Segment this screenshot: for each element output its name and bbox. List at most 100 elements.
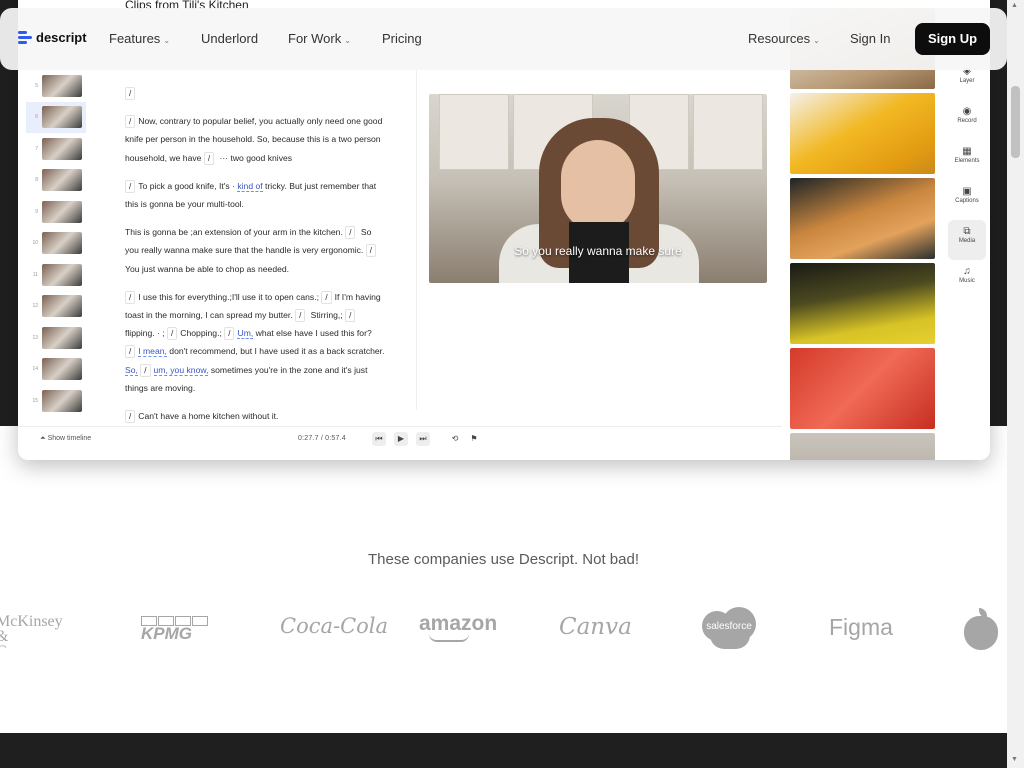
filler-word[interactable]: Um, [237,328,254,340]
filler-word[interactable]: So, [125,364,138,376]
chevron-down-icon: ⌄ [813,36,820,45]
nav-features[interactable]: Features ⌄ [109,31,170,46]
scrollbar-thumb[interactable] [1011,86,1020,158]
scroll-up-icon[interactable]: ▲ [1011,2,1018,9]
tool-label: Media [958,238,976,244]
skip-forward-icon[interactable]: ⏭ [416,432,430,446]
thumbnail-row[interactable]: 15 [26,385,86,417]
kpmg-logo: KPMG [141,616,209,642]
cabinet [693,94,763,170]
media-thumbnail[interactable] [790,263,935,344]
scroll-down-icon[interactable]: ▼ [1011,756,1018,763]
tool-label: Elements [954,158,980,164]
thumbnail-list: 5 6 7 8 9 10 11 12 13 14 15 [26,70,86,417]
gap-marker[interactable]: / [125,179,136,193]
thumbnail-image [42,137,82,160]
gap-marker[interactable]: / [125,87,136,100]
brand-logo[interactable]: descript [18,30,87,45]
gap-marker[interactable]: / [167,327,178,341]
video-preview[interactable]: So you really wanna make sure [429,94,767,283]
gap-marker[interactable]: / [224,327,235,341]
media-thumbnail[interactable] [790,178,935,259]
show-timeline-button[interactable]: ⏶ Show timeline [40,435,91,443]
figma-logo: Figma [829,614,893,640]
page-scrollbar[interactable]: ▲ ▼ [1007,0,1024,768]
nav-pricing[interactable]: Pricing [382,31,422,46]
transcript-text: flipping. · ; [125,328,168,339]
chevron-down-icon: ⌄ [344,36,351,45]
thumbnail-number: 8 [35,177,38,184]
current-time: 0:27.7 [298,435,319,442]
filler-word[interactable]: I mean, [138,346,167,358]
tool-record[interactable]: ◉ Record [948,100,986,140]
gap-marker[interactable]: / [295,309,306,323]
play-icon[interactable]: ▶ [394,432,408,446]
transcript-paragraph[interactable]: / To pick a good knife, It's · kind of tr… [125,177,385,213]
nav-underlord[interactable]: Underlord [201,31,258,46]
transcript-text: I use this for everything.;I'll use it t… [138,291,322,302]
gap-marker[interactable]: / [365,244,376,258]
gap-marker[interactable]: / [125,290,136,304]
time-readout: 0:27.7 / 0:57.4 [298,435,346,442]
transcript-paragraph[interactable]: / Now, contrary to popular belief, you ac… [125,112,385,167]
tool-music[interactable]: ♫ Music [948,260,986,300]
filler-word[interactable]: um, you know, [153,364,209,376]
tool-captions[interactable]: ▣ Captions [948,180,986,220]
thumbnail-number: 5 [35,82,38,89]
thumbnail-row[interactable]: 9 [26,196,86,228]
kpmg-wordmark: KPMG [141,624,192,643]
thumbnail-row[interactable]: 6 [26,101,86,133]
transcript-paragraph[interactable]: This is gonna be ;an extension of your a… [125,223,385,278]
gap-marker[interactable]: / [125,410,136,424]
gap-marker[interactable]: / [345,309,356,323]
loop-icon[interactable]: ⟲ [448,432,462,446]
thumbnail-row[interactable]: 11 [26,259,86,291]
nav-features-label: Features [109,31,161,46]
transcript[interactable]: / / Now, contrary to popular belief, you a… [125,84,385,435]
thumbnail-image [42,326,82,349]
thumbnail-row[interactable]: 10 [26,228,86,260]
thumbnail-row[interactable]: 7 [26,133,86,165]
bookmark-icon[interactable]: ⚑ [467,432,481,446]
thumbnail-number: 7 [35,145,38,152]
skip-back-icon[interactable]: ⏮ [372,432,386,446]
transcript-paragraph[interactable]: / Can't have a home kitchen without it. [125,407,385,425]
apple-logo [962,608,998,650]
player-bar: ⏶ Show timeline 0:27.7 / 0:57.4 ⏮ ▶ ⏭ ⟲ … [18,426,782,452]
companies-heading: These companies use Descript. Not bad! [368,551,639,568]
transcript-paragraph[interactable]: / I use this for everything.;I'll use it … [125,288,385,397]
gap-marker[interactable]: / [203,151,215,165]
nav-resources[interactable]: Resources ⌄ [748,31,820,46]
tool-sidebar: ◈ Layer ◉ Record ▦ Elements ▣ Captions ⧉ Media ♫ Mu… [948,60,986,300]
gap-marker[interactable]: / [140,363,151,377]
transcript-text: Chopping.; [180,328,225,339]
media-thumbnail[interactable] [790,348,935,429]
tool-elements[interactable]: ▦ Elements [948,140,986,180]
sign-in-link[interactable]: Sign In [850,31,890,46]
thumbnail-row[interactable]: 8 [26,165,86,197]
thumbnail-row[interactable]: 12 [26,291,86,323]
thumbnail-row[interactable]: 14 [26,354,86,386]
media-thumbnail[interactable] [790,433,935,460]
nav-resources-label: Resources [748,31,811,46]
gap-marker[interactable]: / [125,345,136,359]
nav-for-work[interactable]: For Work ⌄ [288,31,351,46]
gap-marker[interactable]: / [321,290,332,304]
thumbnail-image [42,263,82,286]
media-panel [790,8,935,460]
captions-icon: ▣ [962,186,972,197]
media-thumbnail[interactable] [790,93,935,174]
apple-icon [964,616,998,650]
gap-marker[interactable]: / [125,115,136,129]
filler-word[interactable]: kind of [237,180,263,192]
divider [416,60,417,410]
tool-media[interactable]: ⧉ Media [948,220,986,260]
thumbnail-row[interactable]: 5 [26,70,86,102]
music-icon: ♫ [963,266,971,277]
transcript-paragraph[interactable]: / [125,84,385,102]
thumbnail-row[interactable]: 13 [26,322,86,354]
sign-up-button[interactable]: Sign Up [915,23,990,55]
salesforce-wordmark: salesforce [706,621,752,632]
gap-marker[interactable]: / [345,226,356,240]
timeline-icon: ⏶ [40,435,46,442]
